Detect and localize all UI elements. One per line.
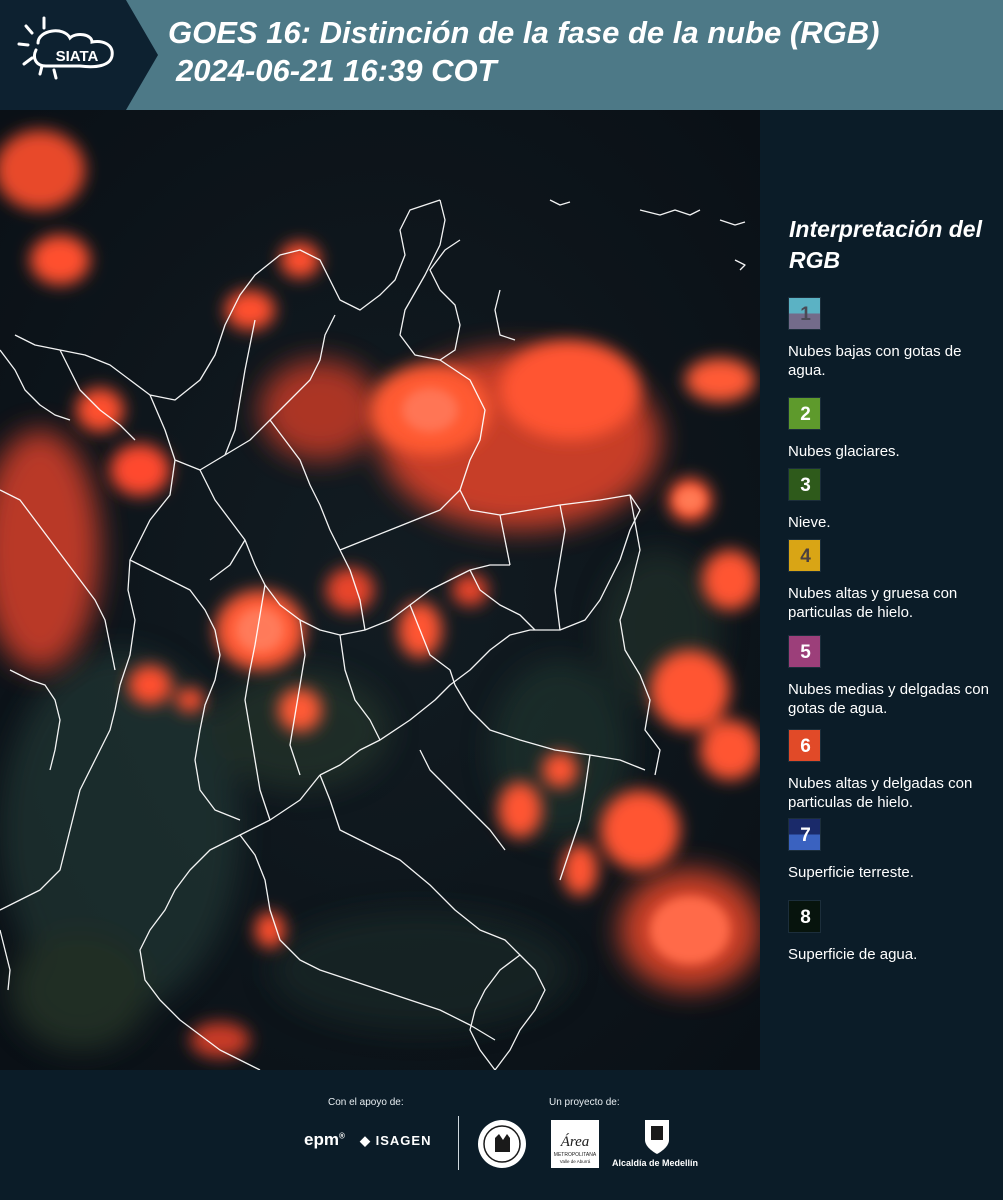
- legend-swatch: 4: [788, 539, 821, 572]
- legend-panel: Interpretación del RGB 1 Nubes bajas con …: [760, 110, 1003, 1070]
- legend-item: 8 Superficie de agua.: [788, 900, 993, 964]
- epm-logo: epm®: [304, 1130, 345, 1149]
- alcaldia-shield-icon: [645, 1120, 669, 1154]
- legend-description: Nubes altas y gruesa con particulas de h…: [788, 585, 958, 621]
- legend-item: 1 Nubes bajas con gotas de agua.: [788, 297, 993, 380]
- epm-logo-text: epm: [304, 1130, 339, 1149]
- area-logo-text: Área: [560, 1133, 590, 1150]
- satellite-image: [0, 110, 760, 1070]
- legend-item: 3 Nieve.: [788, 468, 993, 532]
- area-metropolitana-logo: Área METROPOLITANA Valle de Aburrá: [551, 1120, 599, 1168]
- area-logo-sub2: Valle de Aburrá: [560, 1159, 591, 1164]
- legend-swatch: 3: [788, 468, 821, 501]
- legend-number: 8: [800, 907, 811, 928]
- legend-description: Nubes bajas con gotas de agua.: [788, 343, 962, 379]
- legend-description: Superficie terreste.: [788, 864, 914, 881]
- alcaldia-logo-text: Alcaldía de Medellín: [612, 1158, 699, 1168]
- footer: Con el apoyo de: Un proyecto de: epm® ◆ …: [0, 1070, 1003, 1200]
- seal-logo: [478, 1120, 526, 1168]
- legend-description: Nubes altas y delgadas con particulas de…: [788, 775, 973, 811]
- legend-number: 4: [800, 546, 811, 567]
- area-logo-sub: METROPOLITANA: [554, 1152, 597, 1158]
- legend-swatch: 5: [788, 635, 821, 668]
- siata-logo: SIATA: [0, 0, 158, 110]
- timestamp: 2024-06-21 16:39 COT: [176, 53, 497, 88]
- support-label: Con el apoyo de:: [328, 1097, 404, 1108]
- isagen-logo: ◆ ISAGEN: [360, 1133, 432, 1148]
- legend-swatch: 6: [788, 729, 821, 762]
- legend-number: 2: [800, 404, 811, 425]
- legend-description: Nubes glaciares.: [788, 443, 900, 460]
- page-title: GOES 16: Distinción de la fase de la nub…: [168, 15, 880, 50]
- legend-number: 7: [800, 825, 811, 846]
- legend-swatch: 2: [788, 397, 821, 430]
- isagen-logo-text: ISAGEN: [375, 1133, 432, 1148]
- legend-item: 4 Nubes altas y gruesa con particulas de …: [788, 539, 993, 622]
- legend-description: Nieve.: [788, 514, 831, 531]
- legend-number: 5: [800, 642, 811, 663]
- legend-item: 5 Nubes medias y delgadas con gotas de ag…: [788, 635, 993, 718]
- legend-swatch: 8: [788, 900, 821, 933]
- legend-description: Nubes medias y delgadas con gotas de agu…: [788, 681, 989, 717]
- legend-item: 6 Nubes altas y delgadas con particulas d…: [788, 729, 993, 812]
- legend-number: 6: [800, 736, 811, 757]
- legend-swatch: 7: [788, 818, 821, 851]
- project-label: Un proyecto de:: [549, 1097, 620, 1108]
- siata-logo-text: SIATA: [56, 48, 99, 65]
- legend-description: Superficie de agua.: [788, 946, 918, 963]
- legend-title: Interpretación del RGB: [789, 216, 982, 273]
- legend-item: 2 Nubes glaciares.: [788, 397, 993, 461]
- legend-number: 3: [800, 475, 811, 496]
- legend-item: 7 Superficie terreste.: [788, 818, 993, 882]
- header-bar: SIATA GOES 16: Distinción de la fase de …: [0, 0, 1003, 110]
- footer-divider: [458, 1116, 459, 1170]
- legend-number: 1: [800, 304, 811, 325]
- legend-swatch: 1: [788, 297, 821, 330]
